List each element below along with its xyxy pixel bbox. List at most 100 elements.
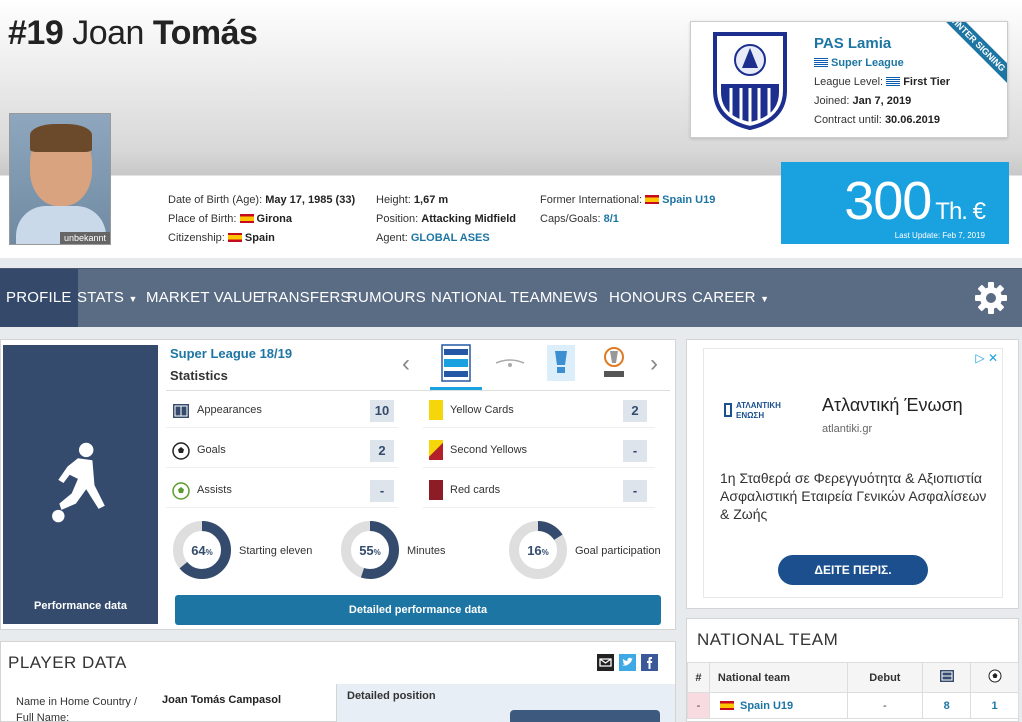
nav-market-value[interactable]: MARKET VALUE	[140, 269, 269, 327]
donut-starting-eleven: 64%	[173, 521, 231, 579]
performance-data-label: Performance data	[34, 600, 127, 612]
stat-yellow-cards: Yellow Cards 2	[423, 394, 655, 428]
caps-link[interactable]: 8/1	[604, 213, 619, 225]
agent-link[interactable]: GLOBAL ASES	[411, 232, 490, 244]
dob-value: May 17, 1985 (33)	[265, 194, 356, 206]
nav-news[interactable]: NEWS	[546, 269, 604, 327]
stat-label: Assists	[197, 484, 232, 496]
table-row[interactable]: - Spain U19 - 8 1	[687, 692, 1019, 719]
player-data-title: PLAYER DATA	[8, 653, 127, 672]
detailed-performance-button[interactable]: Detailed performance data	[175, 595, 661, 625]
pob-label: Place of Birth:	[168, 213, 237, 225]
nav-stats[interactable]: STATS ▼	[71, 269, 144, 327]
super-league-logo-icon[interactable]	[438, 343, 474, 383]
player-name: #19 Joan Tomás	[8, 14, 258, 53]
donut-label: Starting eleven	[239, 545, 313, 557]
former-international-label: Former International:	[540, 194, 643, 206]
performance-data-tile[interactable]: Performance data	[3, 345, 158, 624]
col-goals	[970, 662, 1019, 693]
donut-value: 16	[527, 543, 541, 558]
nav-national-team[interactable]: NATIONAL TEAM	[425, 269, 559, 327]
league-link[interactable]: Super League	[831, 57, 904, 69]
stat-label: Red cards	[450, 484, 501, 496]
table-header-row: # National team Debut	[687, 662, 1019, 693]
joined-label: Joined:	[814, 95, 850, 107]
ad-banner[interactable]: ▷ ✕ ΑΤΛΑΝΤΙΚΗ ΕΝΩΣΗ Ατλαντική Ένωση atla…	[703, 348, 1003, 598]
club-name-link[interactable]: PAS Lamia	[814, 34, 950, 54]
football-player-icon	[52, 442, 105, 523]
pitch-icon	[939, 670, 954, 682]
contract-label: Contract until:	[814, 114, 882, 126]
stat-red-cards: Red cards -	[423, 474, 655, 508]
europa-league-logo-icon[interactable]	[596, 343, 632, 383]
yellow-card-icon	[429, 400, 443, 420]
donut-percent-sign: %	[206, 548, 213, 557]
spain-flag-icon	[239, 214, 254, 223]
citizenship-value: Spain	[244, 232, 275, 244]
photo-caption: unbekannt	[59, 232, 110, 244]
stat-assists: Assists -	[166, 474, 398, 508]
next-competition-arrow[interactable]: ›	[650, 350, 658, 378]
shirt-number: #19	[8, 14, 64, 52]
info-column-3: Former International: Spain U19 Caps/Goa…	[540, 191, 715, 229]
market-value: 300 Th. €	[844, 170, 986, 232]
svg-text:55%: 55%	[359, 543, 381, 558]
club-crest-icon[interactable]	[711, 30, 789, 130]
ad-title: Ατλαντική Ένωση	[822, 395, 963, 415]
position-pitch-graphic	[510, 710, 660, 722]
player-photo[interactable]: unbekannt	[9, 113, 111, 245]
greek-cup-logo-icon[interactable]	[492, 343, 528, 383]
nav-honours[interactable]: HONOURS	[603, 269, 693, 327]
cell-caps[interactable]: 8	[922, 692, 972, 719]
competition-title-link[interactable]: Super League 18/19	[170, 346, 292, 361]
full-name-value: Joan Tomás Campasol	[162, 694, 281, 706]
caret-down-icon: ▼	[760, 294, 770, 304]
greek-cup-trophy-icon[interactable]	[543, 343, 579, 383]
caps-label: Caps/Goals:	[540, 213, 601, 225]
info-column-2: Height: 1,67 m Position: Attacking Midfi…	[376, 191, 516, 248]
stat-value: -	[623, 440, 647, 462]
nav-profile[interactable]: PROFILE	[0, 269, 78, 327]
ad-close-icon[interactable]: ▷ ✕	[975, 351, 998, 365]
spain-flag-icon	[227, 233, 242, 242]
stat-value-link[interactable]: 10	[370, 400, 394, 422]
nav-career[interactable]: CAREER ▼	[686, 269, 775, 327]
position-label: Position:	[376, 213, 419, 225]
full-name-label: Name in Home Country / Full Name:	[16, 696, 138, 722]
ad-url: atlantiki.gr	[822, 423, 873, 435]
stat-value-link[interactable]: 2	[370, 440, 394, 462]
cell-goals[interactable]: 1	[970, 692, 1019, 719]
club-info: PAS Lamia Super League League Level: Fir…	[814, 34, 950, 130]
gear-icon[interactable]	[974, 281, 1008, 315]
former-international-link[interactable]: Spain U19	[662, 194, 715, 206]
cell-num: -	[687, 692, 710, 719]
stat-appearances: Appearances 10	[166, 394, 398, 428]
stat-second-yellows: Second Yellows -	[423, 434, 655, 468]
nav-stats-label: STATS	[77, 289, 125, 306]
market-value-number: 300	[844, 171, 932, 231]
svg-text:16%: 16%	[527, 543, 549, 558]
detailed-position-label: Detailed position	[347, 690, 436, 702]
caret-down-icon: ▼	[128, 294, 138, 304]
stat-value: -	[370, 480, 394, 502]
pitch-icon	[173, 404, 189, 418]
donut-minutes: 55%	[341, 521, 399, 579]
agent-label: Agent:	[376, 232, 408, 244]
spain-flag-icon	[719, 700, 734, 710]
email-icon[interactable]	[597, 654, 614, 671]
team-link[interactable]: Spain U19	[740, 700, 793, 712]
ad-body: 1η Σταθερά σε Φερεγγυότητα & Αξιοπιστία …	[720, 470, 987, 522]
ad-cta-button[interactable]: ΔΕΙΤΕ ΠΕΡΙΣ.	[778, 555, 928, 585]
nav-rumours[interactable]: RUMOURS	[341, 269, 432, 327]
spain-flag-icon	[645, 195, 660, 204]
facebook-icon[interactable]	[641, 654, 658, 671]
donut-label: Minutes	[407, 545, 446, 557]
national-team-table: # National team Debut - Spain U19 - 8 1	[687, 662, 1019, 719]
stat-goals: Goals 2	[166, 434, 398, 468]
market-value-box[interactable]: 300 Th. € Last Update: Feb 7, 2019	[781, 162, 1009, 244]
col-debut: Debut	[846, 662, 924, 693]
prev-competition-arrow[interactable]: ‹	[402, 350, 410, 378]
donut-value: 55	[359, 543, 373, 558]
col-caps	[922, 662, 972, 693]
twitter-icon[interactable]	[619, 654, 636, 671]
